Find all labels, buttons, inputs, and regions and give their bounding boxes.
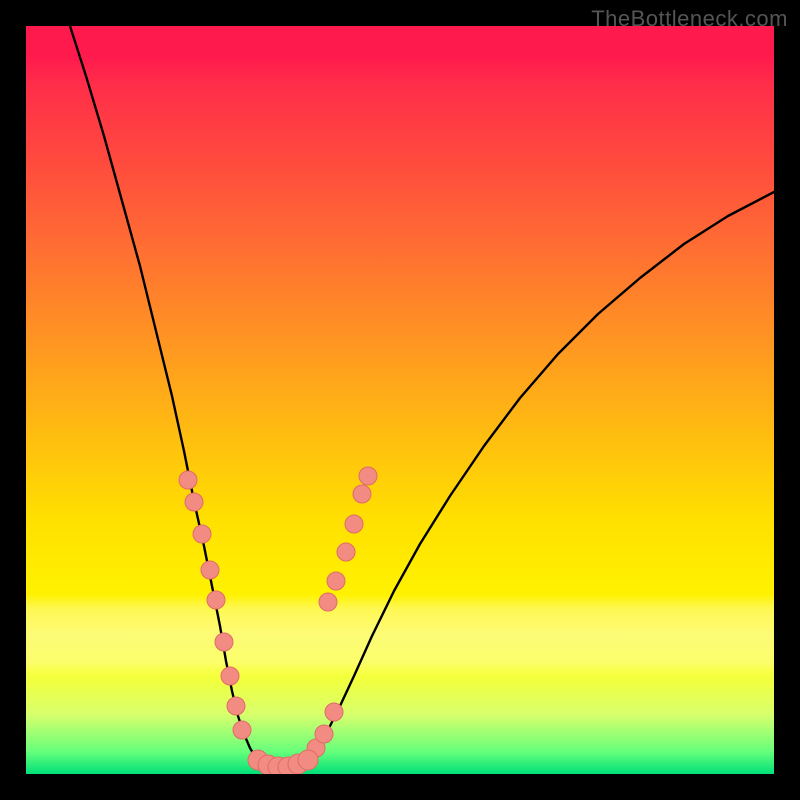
curve-overlay: [26, 26, 774, 774]
data-dot: [337, 543, 355, 561]
data-dot: [345, 515, 363, 533]
bottleneck-curve: [70, 26, 774, 768]
data-dot: [215, 633, 233, 651]
data-dot: [319, 593, 337, 611]
data-dot: [233, 721, 251, 739]
data-dot: [353, 485, 371, 503]
data-dot: [325, 703, 343, 721]
data-dot: [298, 750, 318, 770]
data-dots: [179, 467, 377, 774]
data-dot: [227, 697, 245, 715]
watermark-text: TheBottleneck.com: [591, 6, 788, 32]
data-dot: [185, 493, 203, 511]
data-dot: [179, 471, 197, 489]
chart-frame: [26, 26, 774, 774]
data-dot: [359, 467, 377, 485]
data-dot: [207, 591, 225, 609]
data-dot: [221, 667, 239, 685]
data-dot: [193, 525, 211, 543]
data-dot: [201, 561, 219, 579]
data-dot: [315, 725, 333, 743]
data-dot: [327, 572, 345, 590]
